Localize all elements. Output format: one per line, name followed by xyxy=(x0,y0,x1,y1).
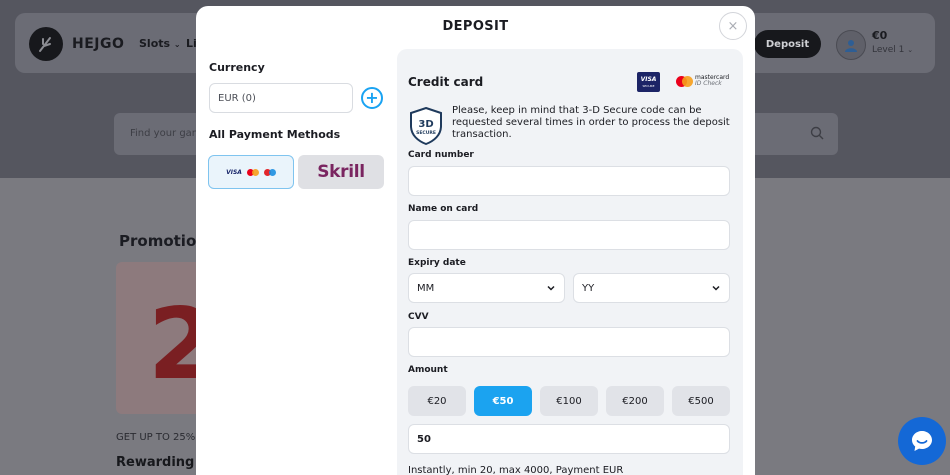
cvv-field[interactable] xyxy=(408,327,730,357)
expiry-year-value: YY xyxy=(582,282,595,294)
card-number-label: Card number xyxy=(408,150,474,160)
credit-card-title: Credit card xyxy=(408,75,484,89)
payment-methods-label: All Payment Methods xyxy=(209,128,341,141)
user-level: Level 1 ⌄ xyxy=(872,45,914,55)
name-on-card-label: Name on card xyxy=(408,204,479,214)
chat-icon xyxy=(912,431,932,451)
plus-circle-icon: + xyxy=(365,88,379,107)
chevron-down-icon xyxy=(712,285,720,291)
visa-icon: VISA xyxy=(226,168,242,176)
logo-text: HEJGO xyxy=(72,36,125,52)
3d-secure-shield-icon: 3D SECURE xyxy=(410,107,442,145)
cvv-label: CVV xyxy=(408,312,429,322)
expiry-date-label: Expiry date xyxy=(408,258,466,268)
promotions-title: Promotio xyxy=(119,232,197,250)
amount-option-20[interactable]: €20 xyxy=(408,386,466,416)
nav-item-slots: Slots ⌄ xyxy=(139,37,181,50)
game-search-placeholder: Find your gam xyxy=(130,128,202,139)
card-number-field[interactable] xyxy=(408,166,730,196)
logo-icon xyxy=(29,27,63,61)
amount-option-500[interactable]: €500 xyxy=(672,386,730,416)
amount-option-100[interactable]: €100 xyxy=(540,386,598,416)
3d-secure-note: Please, keep in mind that 3-D Secure cod… xyxy=(452,105,730,140)
svg-text:SECURE: SECURE xyxy=(416,130,436,136)
payment-method-cards[interactable]: VISA xyxy=(208,155,294,189)
svg-text:3D: 3D xyxy=(418,119,433,130)
close-button[interactable]: × xyxy=(719,12,747,40)
close-icon: × xyxy=(727,18,739,34)
expiry-year-select[interactable]: YY xyxy=(573,273,730,303)
search-icon xyxy=(810,126,824,140)
header-deposit-button: Deposit xyxy=(754,30,821,58)
expiry-month-select[interactable]: MM xyxy=(408,273,565,303)
maestro-icon xyxy=(263,168,276,176)
amount-option-200[interactable]: €200 xyxy=(606,386,664,416)
modal-title: DEPOSIT xyxy=(442,19,509,34)
mastercard-id-check-icon: mastercard ID Check xyxy=(676,75,729,87)
promo-heading: Rewarding p xyxy=(116,455,209,470)
promo-subtitle: GET UP TO 25% xyxy=(116,432,196,443)
name-on-card-field[interactable] xyxy=(408,220,730,250)
skrill-logo: Skrill xyxy=(317,162,365,182)
mastercard-icon xyxy=(246,168,259,176)
amount-label: Amount xyxy=(408,365,448,375)
balance-amount: €0 xyxy=(872,29,888,42)
visa-secure-icon: VISA SECURE xyxy=(637,72,660,92)
deposit-modal: DEPOSIT × Currency EUR (0) + All Payment… xyxy=(196,6,755,475)
credit-card-panel: Credit card VISA SECURE mastercard ID Ch… xyxy=(397,49,743,475)
expiry-month-value: MM xyxy=(417,282,435,294)
currency-select[interactable]: EUR (0) xyxy=(209,83,353,113)
amount-input[interactable]: 50 xyxy=(408,424,730,454)
chevron-down-icon xyxy=(547,285,555,291)
avatar xyxy=(836,30,866,60)
payment-info-text: Instantly, min 20, max 4000, Payment EUR xyxy=(408,465,624,475)
payment-method-skrill[interactable]: Skrill xyxy=(298,155,384,189)
live-chat-button[interactable] xyxy=(898,417,946,465)
amount-option-50[interactable]: €50 xyxy=(474,386,532,416)
currency-label: Currency xyxy=(209,61,265,74)
add-currency-button[interactable]: + xyxy=(361,87,383,109)
